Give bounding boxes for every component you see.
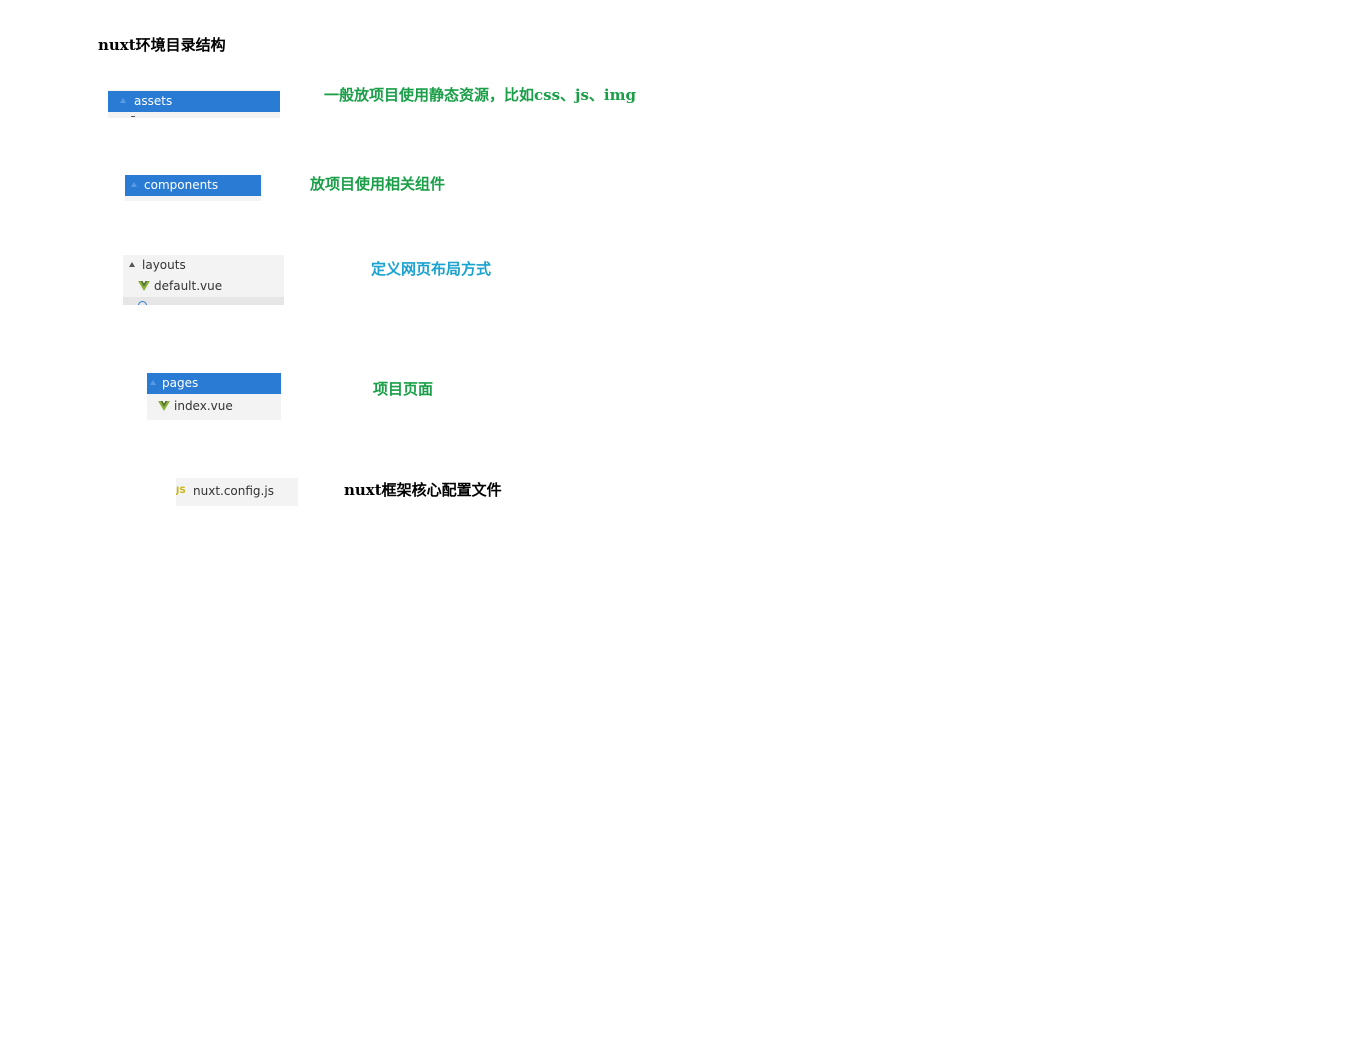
config-description: nuxt框架核心配置文件 bbox=[344, 481, 502, 499]
chevron-down-icon bbox=[150, 380, 156, 385]
pages-tree-panel: pages index.vue bbox=[147, 373, 281, 420]
js-file-icon: JS bbox=[176, 486, 186, 496]
tree-item-label: assets bbox=[134, 94, 173, 108]
layouts-description: 定义网页布局方式 bbox=[371, 260, 492, 278]
tree-item-label: nuxt.config.js bbox=[193, 484, 274, 498]
tree-item-components[interactable]: components bbox=[125, 175, 261, 196]
components-tree-panel: components bbox=[125, 175, 261, 201]
tree-item-label: default.vue bbox=[154, 279, 223, 293]
components-description: 放项目使用相关组件 bbox=[310, 175, 446, 193]
tree-item-default-vue[interactable]: default.vue bbox=[123, 276, 284, 296]
tree-item-index-vue[interactable]: index.vue bbox=[147, 396, 281, 416]
tree-item-assets[interactable]: assets bbox=[108, 91, 280, 112]
layouts-tree-panel: layouts default.vue bbox=[123, 255, 284, 305]
assets-description: 一般放项目使用静态资源，比如css、js、img bbox=[324, 86, 636, 104]
tree-item-pages[interactable]: pages bbox=[147, 373, 281, 394]
tree-item-label: index.vue bbox=[174, 399, 233, 413]
tree-item-label: components bbox=[144, 178, 219, 192]
info-icon bbox=[138, 301, 147, 305]
tree-item-nuxt-config[interactable]: JS nuxt.config.js bbox=[176, 481, 298, 501]
config-tree-panel: JS nuxt.config.js bbox=[176, 478, 298, 506]
tree-item-label: pages bbox=[162, 376, 199, 390]
chevron-down-icon bbox=[131, 182, 137, 187]
tree-item-cutoff[interactable] bbox=[123, 297, 284, 305]
tree-item-layouts[interactable]: layouts bbox=[123, 255, 284, 275]
pages-description: 项目页面 bbox=[373, 380, 434, 398]
chevron-down-icon bbox=[129, 262, 135, 267]
assets-tree-panel: assets bbox=[108, 90, 280, 118]
cutoff-row-fragment bbox=[131, 116, 135, 117]
chevron-down-icon bbox=[120, 98, 126, 103]
vue-file-icon bbox=[158, 401, 170, 411]
tree-item-label: layouts bbox=[142, 258, 186, 272]
vue-file-icon bbox=[138, 281, 150, 291]
page-title: nuxt环境目录结构 bbox=[98, 36, 226, 54]
